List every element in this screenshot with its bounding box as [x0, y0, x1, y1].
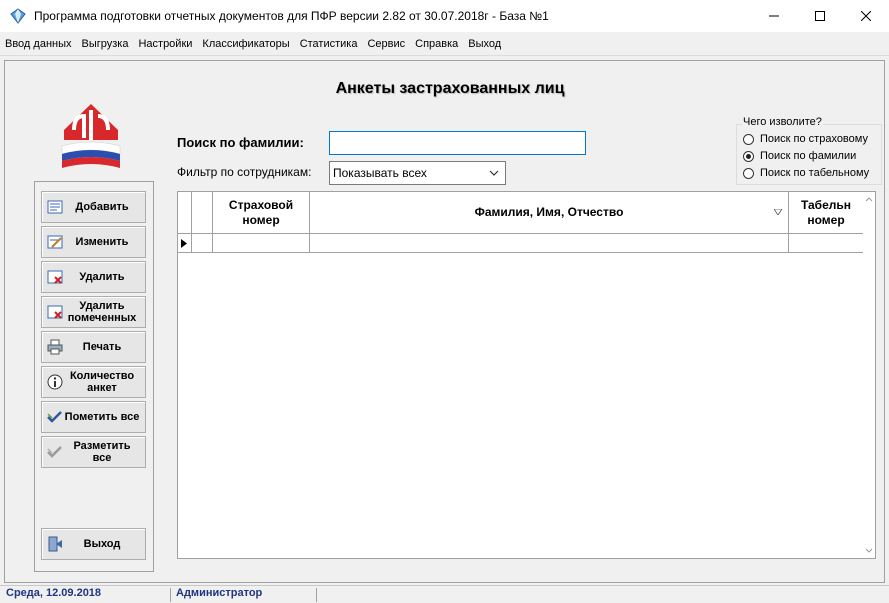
menu-item-statistics[interactable]: Статистика — [299, 38, 359, 50]
vertical-scrollbar[interactable] — [863, 192, 875, 558]
add-button-label: Добавить — [75, 201, 129, 213]
mark-all-button-label: Пометить все — [64, 411, 140, 423]
mark-all-button[interactable]: Пометить все — [41, 401, 146, 433]
column-header-label: Фамилия, Имя, Отчество — [474, 205, 624, 219]
exit-button[interactable]: Выход — [41, 528, 146, 560]
delete-card-icon — [47, 270, 63, 284]
menu-item-service[interactable]: Сервис — [366, 38, 406, 50]
search-mode-title: Чего изволите? — [742, 116, 823, 128]
filter-selected-value: Показывать всех — [333, 166, 427, 180]
minimize-icon — [769, 15, 779, 17]
delete-button-label: Удалить — [79, 271, 125, 283]
radio-search-by-surname[interactable]: Поиск по фамилии — [743, 150, 856, 162]
status-user: Администратор — [176, 587, 263, 599]
radio-search-by-tabel[interactable]: Поиск по табельному — [743, 167, 869, 179]
unmark-all-button[interactable]: Разметить все — [41, 436, 146, 468]
add-card-icon — [47, 200, 63, 214]
count-button-label: Количество анкет — [69, 370, 135, 394]
window-title: Программа подготовки отчетных документов… — [34, 9, 549, 23]
exit-button-label: Выход — [83, 538, 121, 550]
printer-icon — [47, 339, 63, 355]
sort-triangle-icon — [774, 209, 782, 215]
row-indicator-header — [178, 192, 192, 234]
delete-marked-button[interactable]: Удалить помеченных — [41, 296, 146, 328]
print-button[interactable]: Печать — [41, 331, 146, 363]
menu-item-export[interactable]: Выгрузка — [81, 38, 130, 50]
edit-card-icon — [47, 235, 63, 249]
status-divider — [170, 588, 171, 602]
print-button-label: Печать — [82, 341, 122, 353]
menu-item-exit[interactable]: Выход — [467, 38, 502, 50]
column-header-label: Страховой номер — [228, 197, 294, 227]
mark-column-header[interactable] — [192, 192, 213, 234]
radio-search-by-insurance[interactable]: Поиск по страховому — [743, 133, 868, 145]
exit-door-icon — [48, 536, 62, 552]
row-indicator-cell — [178, 234, 192, 253]
table-cell[interactable] — [192, 234, 213, 253]
minimize-button[interactable] — [751, 0, 797, 32]
delete-marked-icon — [47, 305, 63, 319]
current-row-arrow-icon — [181, 239, 187, 248]
status-divider — [316, 588, 317, 602]
delete-marked-button-label: Удалить помеченных — [67, 300, 137, 324]
filter-label: Фильтр по сотрудникам: — [177, 165, 312, 179]
employee-filter-select[interactable]: Показывать всех — [329, 161, 506, 185]
menu-item-classifiers[interactable]: Классификаторы — [201, 38, 290, 50]
edit-button[interactable]: Изменить — [41, 226, 146, 258]
status-date: Среда, 12.09.2018 — [6, 587, 102, 599]
menu-item-settings[interactable]: Настройки — [137, 38, 193, 50]
radio-label: Поиск по страховому — [760, 133, 868, 145]
scroll-up-icon[interactable] — [865, 196, 873, 202]
column-header-tabel-number[interactable]: Табельн номер — [789, 192, 864, 234]
app-icon — [10, 8, 26, 24]
radio-label: Поиск по табельному — [760, 167, 870, 179]
chevron-down-icon — [489, 170, 499, 176]
title-bar: Программа подготовки отчетных документов… — [0, 0, 889, 32]
uncheck-all-icon — [47, 446, 62, 458]
delete-button[interactable]: Удалить — [41, 261, 146, 293]
menu-bar: Ввод данных Выгрузка Настройки Классифик… — [0, 32, 889, 56]
column-header-label: Табельн номер — [800, 197, 852, 227]
form-title: Анкеты застрахованных лиц — [335, 80, 565, 97]
scroll-down-icon[interactable] — [865, 548, 873, 554]
table-cell[interactable] — [213, 234, 310, 253]
close-button[interactable] — [843, 0, 889, 32]
unmark-all-button-label: Разметить все — [73, 440, 131, 464]
search-input[interactable] — [329, 131, 586, 155]
table-cell[interactable] — [789, 234, 864, 253]
status-bar: Среда, 12.09.2018 Администратор — [0, 585, 889, 603]
edit-button-label: Изменить — [75, 236, 129, 248]
table-cell[interactable] — [310, 234, 789, 253]
radio-button[interactable] — [743, 133, 754, 145]
close-icon — [861, 11, 871, 21]
radio-button[interactable] — [743, 167, 754, 179]
info-icon — [47, 374, 63, 390]
add-button[interactable]: Добавить — [41, 191, 146, 223]
count-button[interactable]: Количество анкет — [41, 366, 146, 398]
menu-item-help[interactable]: Справка — [414, 38, 459, 50]
maximize-icon — [815, 11, 825, 21]
radio-label: Поиск по фамилии — [760, 150, 857, 162]
check-all-icon — [47, 411, 62, 423]
menu-item-data-entry[interactable]: Ввод данных — [4, 38, 73, 50]
column-header-insurance-number[interactable]: Страховой номер — [213, 192, 310, 234]
radio-button[interactable] — [743, 150, 754, 162]
maximize-button[interactable] — [797, 0, 843, 32]
search-label: Поиск по фамилии: — [177, 135, 304, 150]
pfr-logo-icon — [61, 104, 121, 168]
insured-persons-grid[interactable]: Страховой номер Фамилия, Имя, Отчество Т… — [177, 191, 876, 559]
column-header-full-name[interactable]: Фамилия, Имя, Отчество — [310, 192, 789, 234]
